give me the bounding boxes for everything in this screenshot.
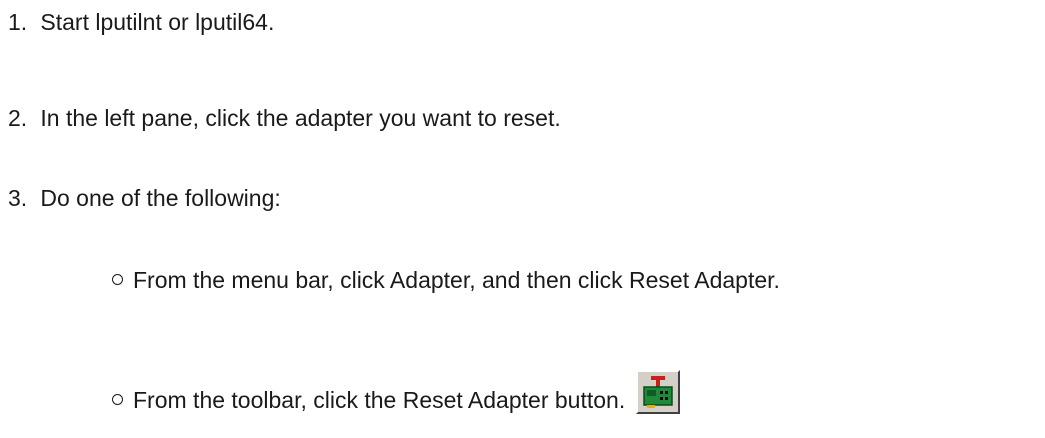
reset-adapter-icon	[642, 376, 673, 408]
step-text: Start lputilnt or lputil64.	[40, 9, 275, 35]
step-number: 1.	[8, 9, 28, 35]
step-2: 2. In the left pane, click the adapter y…	[8, 104, 561, 132]
step-number: 2.	[8, 105, 28, 131]
step-text: In the left pane, click the adapter you …	[40, 105, 561, 131]
step-3: 3. Do one of the following:	[8, 184, 281, 212]
option-menu-bar: From the menu bar, click Adapter, and th…	[112, 266, 780, 294]
bullet-icon	[112, 394, 123, 405]
reset-adapter-button[interactable]	[635, 370, 680, 414]
step-text: Do one of the following:	[40, 185, 281, 211]
bullet-icon	[112, 274, 123, 285]
option-text: From the toolbar, click the Reset Adapte…	[133, 387, 626, 413]
step-1: 1. Start lputilnt or lputil64.	[8, 8, 274, 36]
option-text: From the menu bar, click Adapter, and th…	[133, 267, 780, 293]
step-number: 3.	[8, 185, 28, 211]
option-toolbar: From the toolbar, click the Reset Adapte…	[112, 370, 680, 414]
